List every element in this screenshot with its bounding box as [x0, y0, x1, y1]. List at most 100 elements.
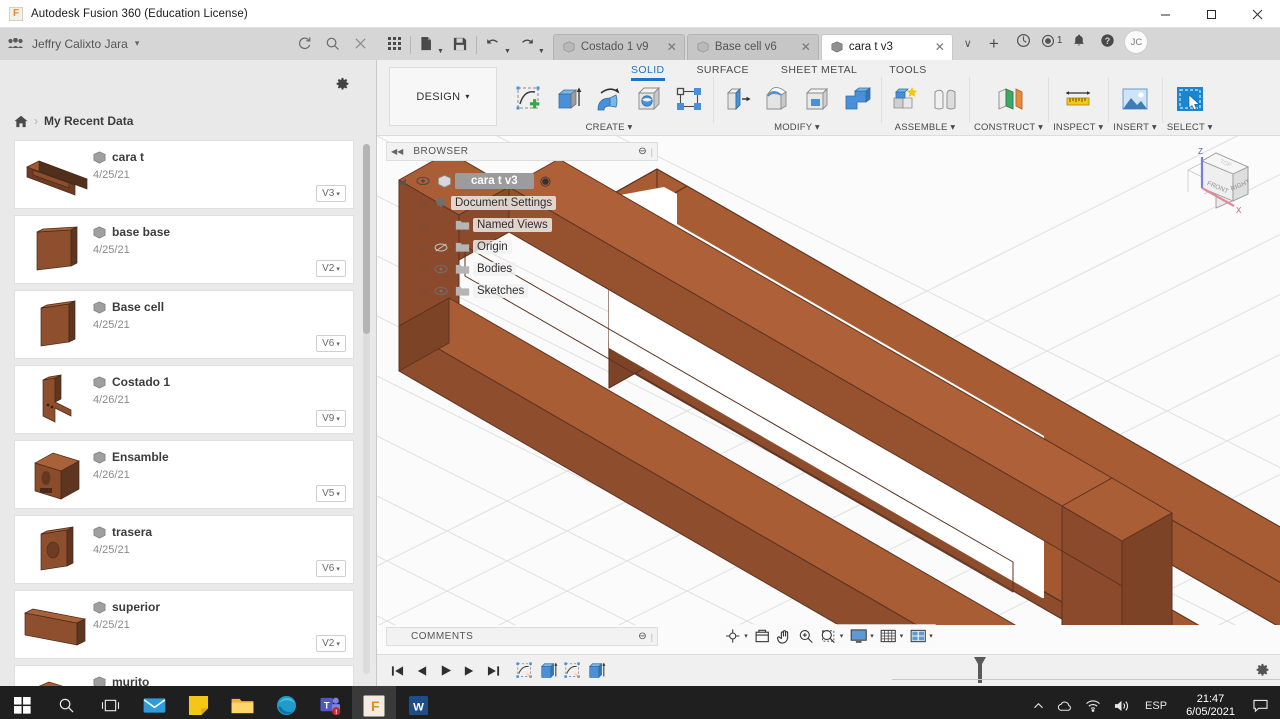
tab-overflow-caret-icon[interactable]: ∨	[955, 31, 981, 57]
eye-icon[interactable]	[431, 264, 451, 274]
grid-snaps-icon[interactable]	[878, 625, 899, 647]
insert-image-icon[interactable]	[1116, 79, 1154, 119]
document-tab-costado[interactable]: Costado 1 v9 ✕	[553, 34, 685, 60]
fillet-icon[interactable]	[758, 79, 796, 119]
task-view-icon[interactable]	[88, 686, 132, 719]
fusion360-icon[interactable]: F	[352, 686, 396, 719]
ribbon-group-label-select[interactable]: SELECT ▾	[1167, 119, 1213, 133]
step-back-icon[interactable]	[409, 659, 433, 683]
sphere-icon[interactable]	[630, 79, 668, 119]
orbit-icon[interactable]	[721, 625, 743, 647]
ribbon-group-label-assemble[interactable]: ASSEMBLE ▾	[895, 119, 956, 133]
breadcrumb-label[interactable]: My Recent Data	[44, 114, 133, 128]
version-badge[interactable]: V9 ▾	[316, 410, 346, 427]
pan-icon[interactable]	[774, 625, 795, 647]
grid-apps-icon[interactable]	[8, 38, 23, 49]
3d-viewport[interactable]: ◀◀ BROWSER ⊖ | ◢ cara t	[377, 136, 1280, 654]
wifi-icon[interactable]	[1079, 699, 1107, 712]
ribbon-group-label-inspect[interactable]: INSPECT ▾	[1053, 119, 1103, 133]
list-item[interactable]: Costado 1 4/26/21 V9 ▾	[14, 365, 354, 434]
undo-icon[interactable]	[480, 31, 506, 57]
redo-caret-icon[interactable]: ▼	[538, 48, 545, 55]
ribbon-group-label-create[interactable]: CREATE ▾	[586, 119, 633, 133]
browser-grip[interactable]: |	[647, 147, 653, 157]
expand-triangle-icon[interactable]: ▷	[418, 221, 431, 230]
view-cube[interactable]: FRONT RIGHT TOP Z X	[1186, 140, 1272, 224]
display-settings-icon[interactable]	[847, 625, 869, 647]
measure-icon[interactable]	[1059, 79, 1097, 119]
list-item[interactable]: Base cell 4/25/21 V6 ▾	[14, 290, 354, 359]
collapse-icon[interactable]: ◀◀	[391, 147, 403, 156]
tree-item-document-settings[interactable]: ▷ Document Settings	[386, 192, 658, 214]
comments-dot-icon[interactable]: ⊖	[638, 631, 646, 642]
chevron-up-icon[interactable]	[1027, 702, 1050, 710]
window-controls[interactable]	[1142, 0, 1280, 28]
new-file-caret-icon[interactable]: ▼	[437, 48, 444, 55]
list-item[interactable]: superior 4/25/21 V2 ▾	[14, 590, 354, 659]
undo-caret-icon[interactable]: ▼	[504, 48, 511, 55]
joint-icon[interactable]	[926, 79, 964, 119]
shell-icon[interactable]	[798, 79, 836, 119]
data-panel-scrollbar[interactable]	[363, 144, 370, 674]
play-icon[interactable]	[433, 659, 457, 683]
chevron-down-icon[interactable]: ▾	[840, 632, 847, 640]
pattern-icon[interactable]	[670, 79, 708, 119]
new-component-icon[interactable]	[886, 79, 924, 119]
skip-to-end-icon[interactable]	[481, 659, 505, 683]
expand-triangle-icon[interactable]: ◢	[399, 176, 413, 187]
search-icon[interactable]	[319, 31, 345, 57]
eye-icon[interactable]	[431, 286, 451, 296]
ribbon-group-label-modify[interactable]: MODIFY ▾	[774, 119, 820, 133]
extrude-icon[interactable]	[550, 79, 588, 119]
expand-triangle-icon[interactable]: ▷	[418, 287, 431, 296]
combine-icon[interactable]	[838, 79, 876, 119]
windows-start-icon[interactable]	[0, 686, 44, 719]
chevron-down-icon[interactable]: ▾	[744, 632, 751, 640]
close-button[interactable]	[1234, 0, 1280, 28]
job-status-icon[interactable]	[1011, 28, 1037, 54]
workspace-switcher-button[interactable]: DESIGN ▾	[389, 67, 497, 126]
maximize-button[interactable]	[1188, 0, 1234, 28]
action-center-icon[interactable]	[1245, 699, 1280, 713]
skip-to-start-icon[interactable]	[385, 659, 409, 683]
tree-item-origin[interactable]: ▷ Origin	[386, 236, 658, 258]
document-tab-close-icon[interactable]: ✕	[798, 40, 814, 54]
viewports-icon[interactable]	[907, 625, 928, 647]
ribbon-group-label-construct[interactable]: CONSTRUCT ▾	[974, 119, 1043, 133]
step-forward-icon[interactable]	[457, 659, 481, 683]
timeline-feature-sketch[interactable]	[561, 659, 585, 683]
ribbon-group-label-insert[interactable]: INSERT ▾	[1113, 119, 1157, 133]
grid-panel-icon[interactable]	[381, 31, 407, 57]
recent-activity-icon[interactable]: 1	[1039, 28, 1065, 54]
refresh-icon[interactable]	[291, 31, 317, 57]
mail-icon[interactable]	[132, 686, 176, 719]
timeline-feature-sketch[interactable]	[513, 659, 537, 683]
teams-icon[interactable]: T !	[308, 686, 352, 719]
version-badge[interactable]: V5 ▾	[316, 485, 346, 502]
list-item[interactable]: murito	[14, 665, 354, 686]
expand-triangle-icon[interactable]: ▷	[418, 243, 431, 252]
tree-item-named-views[interactable]: ▷ Named Views	[386, 214, 658, 236]
browser-dot-icon[interactable]: ⊖	[638, 146, 646, 157]
edge-icon[interactable]	[264, 686, 308, 719]
chevron-down-icon[interactable]: ▾	[929, 632, 936, 640]
document-tab-base-cell[interactable]: Base cell v6 ✕	[687, 34, 819, 60]
document-tab-cara-t[interactable]: cara t v3 ✕	[821, 34, 953, 60]
clock[interactable]: 21:47 6/05/2021	[1176, 693, 1245, 719]
timeline-feature-extrude[interactable]	[537, 659, 561, 683]
tree-root-row[interactable]: ◢ cara t v3 ◉	[386, 170, 658, 192]
list-item[interactable]: trasera 4/25/21 V6 ▾	[14, 515, 354, 584]
onedrive-icon[interactable]	[1050, 700, 1079, 712]
list-item[interactable]: cara t 4/25/21 V3 ▾	[14, 140, 354, 209]
version-badge[interactable]: V2 ▾	[316, 635, 346, 652]
expand-triangle-icon[interactable]: ▷	[418, 199, 431, 208]
help-icon[interactable]: ?	[1094, 28, 1120, 54]
revolve-icon[interactable]	[590, 79, 628, 119]
timeline-feature-extrude[interactable]	[585, 659, 609, 683]
file-explorer-icon[interactable]	[220, 686, 264, 719]
comments-panel[interactable]: COMMENTS ⊖ |	[386, 627, 658, 646]
eye-icon[interactable]	[413, 176, 433, 186]
minimize-button[interactable]	[1142, 0, 1188, 28]
zoom-window-icon[interactable]	[818, 625, 839, 647]
recent-data-list[interactable]: cara t 4/25/21 V3 ▾	[0, 134, 376, 686]
